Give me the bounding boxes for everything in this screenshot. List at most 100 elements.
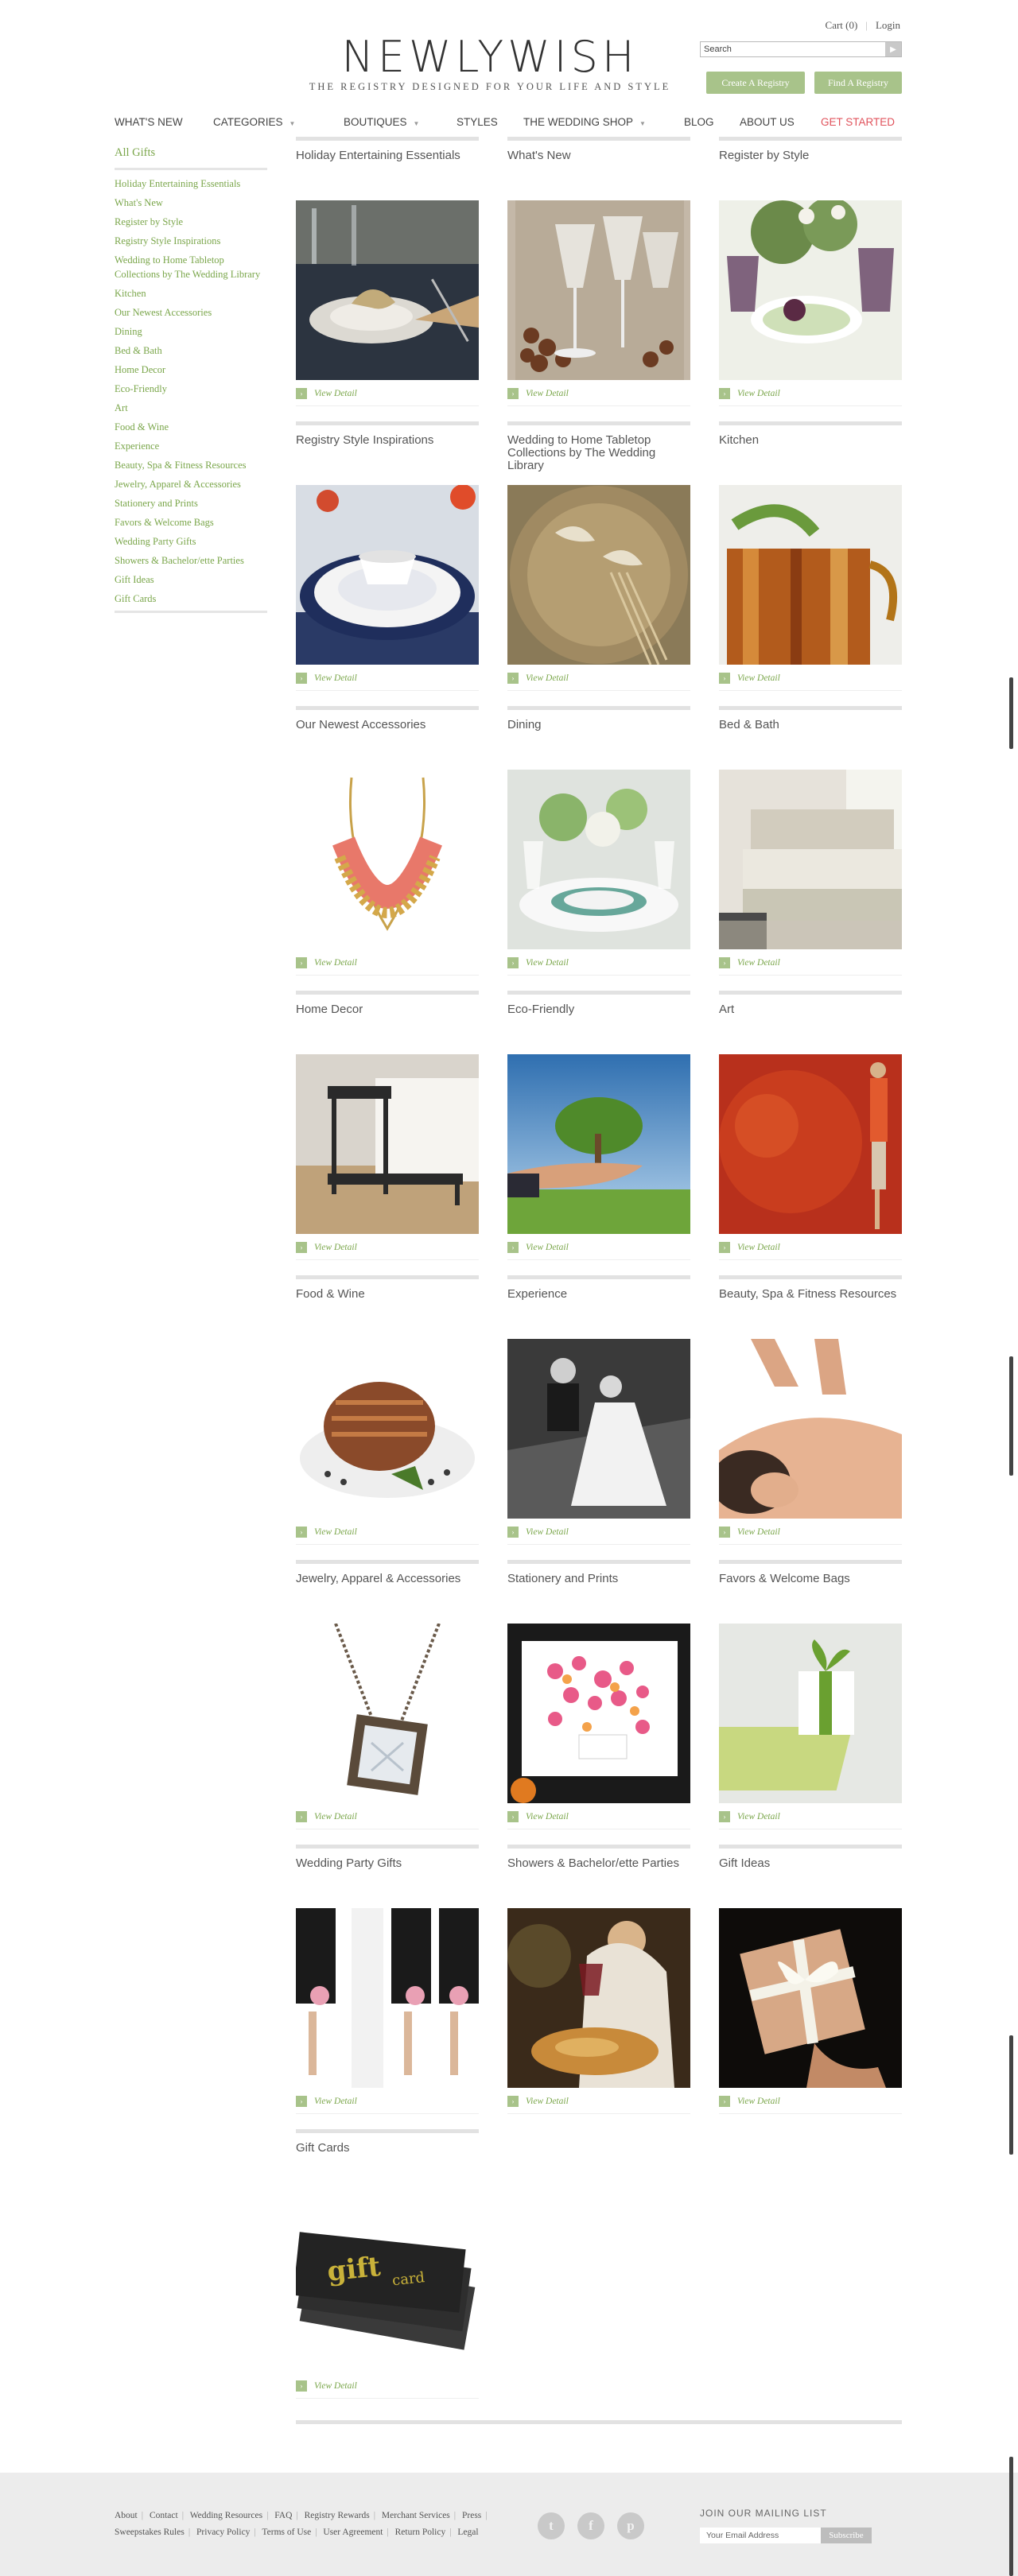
sidebar-item[interactable]: Favors & Welcome Bags [115, 515, 267, 530]
category-image-dining[interactable] [507, 770, 690, 949]
sidebar-heading[interactable]: All Gifts [115, 146, 267, 170]
category-title[interactable]: Art [719, 1003, 902, 1048]
view-detail-link[interactable]: › View Detail [507, 1242, 569, 1253]
footer-link-merchant-services[interactable]: Merchant Services [382, 2511, 450, 2520]
category-title[interactable]: Gift Cards [296, 2142, 479, 2186]
category-title[interactable]: Kitchen [719, 434, 902, 479]
sidebar-item[interactable]: Wedding to Home Tabletop Collections by … [115, 253, 267, 281]
footer-link-legal[interactable]: Legal [457, 2528, 478, 2537]
sidebar-item[interactable]: Gift Cards [115, 592, 267, 606]
category-title[interactable]: What's New [507, 149, 690, 194]
view-detail-link[interactable]: › View Detail [296, 673, 357, 684]
view-detail-link[interactable]: › View Detail [296, 1811, 357, 1822]
category-title[interactable]: Wedding to Home Tabletop Collections by … [507, 434, 690, 479]
category-title[interactable]: Register by Style [719, 149, 902, 194]
view-detail-link[interactable]: › View Detail [507, 388, 569, 399]
category-title[interactable]: Experience [507, 1288, 690, 1333]
sidebar-item[interactable]: Art [115, 401, 267, 415]
category-image-art-wall[interactable] [719, 1054, 902, 1234]
view-detail-link[interactable]: › View Detail [296, 1527, 357, 1538]
nav-whats-new[interactable]: WHAT'S NEW [115, 116, 183, 128]
footer-link-privacy[interactable]: Privacy Policy [196, 2528, 250, 2537]
view-detail-link[interactable]: › View Detail [719, 1242, 780, 1253]
footer-link-wedding-resources[interactable]: Wedding Resources [190, 2511, 262, 2520]
nav-about[interactable]: ABOUT US [740, 116, 795, 128]
view-detail-link[interactable]: › View Detail [507, 957, 569, 968]
category-title[interactable]: Dining [507, 719, 690, 763]
category-image-copper-pitcher[interactable] [719, 485, 902, 665]
sidebar-item[interactable]: Stationery and Prints [115, 496, 267, 510]
view-detail-link[interactable]: › View Detail [719, 1527, 780, 1538]
category-image-crystal-glasses[interactable] [507, 200, 690, 380]
scrollbar-thumb[interactable] [1009, 2457, 1013, 2576]
category-image-party-toast[interactable] [507, 1908, 690, 2088]
create-registry-button[interactable]: Create A Registry [706, 72, 805, 94]
view-detail-link[interactable]: › View Detail [507, 1811, 569, 1822]
category-image-necklace[interactable] [296, 770, 479, 949]
footer-link-registry-rewards[interactable]: Registry Rewards [305, 2511, 370, 2520]
category-image-favor-box[interactable] [719, 1624, 902, 1803]
sidebar-item[interactable]: Register by Style [115, 215, 267, 229]
nav-boutiques[interactable]: BOUTIQUES ▼ [344, 116, 419, 128]
footer-link-press[interactable]: Press [462, 2511, 481, 2520]
category-image-bridesmaids[interactable] [296, 1908, 479, 2088]
sidebar-item[interactable]: Jewelry, Apparel & Accessories [115, 477, 267, 491]
login-link[interactable]: Login [876, 19, 900, 32]
sidebar-item[interactable]: Registry Style Inspirations [115, 234, 267, 248]
scrollbar-thumb[interactable] [1009, 677, 1013, 749]
nav-categories[interactable]: CATEGORIES ▼ [213, 116, 295, 128]
sidebar-item[interactable]: Wedding Party Gifts [115, 534, 267, 549]
sidebar-item[interactable]: Holiday Entertaining Essentials [115, 177, 267, 191]
category-image-bedroom[interactable] [719, 770, 902, 949]
category-title[interactable]: Home Decor [296, 1003, 479, 1048]
category-image-holiday-table[interactable] [296, 200, 479, 380]
email-field[interactable]: Your Email Address [700, 2528, 821, 2543]
category-image-bonsai-hand[interactable] [507, 1054, 690, 1234]
subscribe-button[interactable]: Subscribe [821, 2528, 872, 2543]
view-detail-link[interactable]: › View Detail [719, 1811, 780, 1822]
nav-styles[interactable]: STYLES [457, 116, 498, 128]
view-detail-link[interactable]: › View Detail [296, 2380, 357, 2392]
footer-link-sweepstakes[interactable]: Sweepstakes Rules [115, 2528, 185, 2537]
sidebar-item[interactable]: Kitchen [115, 286, 267, 301]
cart-link[interactable]: Cart (0) [826, 19, 858, 32]
view-detail-link[interactable]: › View Detail [296, 1242, 357, 1253]
category-title[interactable]: Holiday Entertaining Essentials [296, 149, 479, 194]
sidebar-item[interactable]: Our Newest Accessories [115, 305, 267, 320]
footer-link-faq[interactable]: FAQ [274, 2511, 292, 2520]
search-input[interactable] [701, 42, 885, 56]
sidebar-item[interactable]: Experience [115, 439, 267, 453]
category-image-spa-massage[interactable] [719, 1339, 902, 1519]
view-detail-link[interactable]: › View Detail [296, 388, 357, 399]
scrollbar-thumb[interactable] [1009, 2035, 1013, 2155]
footer-link-contact[interactable]: Contact [150, 2511, 178, 2520]
category-image-pendant-necklace[interactable] [296, 1624, 479, 1803]
view-detail-link[interactable]: › View Detail [296, 957, 357, 968]
view-detail-link[interactable]: › View Detail [507, 673, 569, 684]
nav-wedding-shop[interactable]: THE WEDDING SHOP ▼ [523, 116, 646, 128]
category-image-china[interactable] [296, 485, 479, 665]
category-title[interactable]: Food & Wine [296, 1288, 479, 1333]
category-title[interactable]: Stationery and Prints [507, 1573, 690, 1617]
category-title[interactable]: Registry Style Inspirations [296, 434, 479, 479]
category-title[interactable]: Beauty, Spa & Fitness Resources [719, 1288, 902, 1333]
footer-link-user-agreement[interactable]: User Agreement [323, 2528, 383, 2537]
sidebar-item[interactable]: What's New [115, 196, 267, 210]
category-title[interactable]: Our Newest Accessories [296, 719, 479, 763]
sidebar-item[interactable]: Bed & Bath [115, 343, 267, 358]
scrollbar-thumb[interactable] [1009, 1356, 1013, 1476]
search-submit-icon[interactable]: ▶ [885, 42, 901, 56]
view-detail-link[interactable]: › View Detail [296, 2096, 357, 2107]
sidebar-item[interactable]: Eco-Friendly [115, 382, 267, 396]
category-image-gift-cards[interactable]: gift card [296, 2193, 479, 2372]
category-title[interactable]: Gift Ideas [719, 1857, 902, 1902]
sidebar-item[interactable]: Dining [115, 324, 267, 339]
category-image-side-table[interactable] [296, 1054, 479, 1234]
sidebar-item[interactable]: Gift Ideas [115, 572, 267, 587]
nav-get-started[interactable]: GET STARTED [821, 116, 895, 128]
view-detail-link[interactable]: › View Detail [719, 2096, 780, 2107]
category-image-dancing-couple[interactable] [507, 1339, 690, 1519]
category-image-print-frame[interactable] [507, 1624, 690, 1803]
category-image-roast[interactable] [296, 1339, 479, 1519]
category-title[interactable]: Bed & Bath [719, 719, 902, 763]
